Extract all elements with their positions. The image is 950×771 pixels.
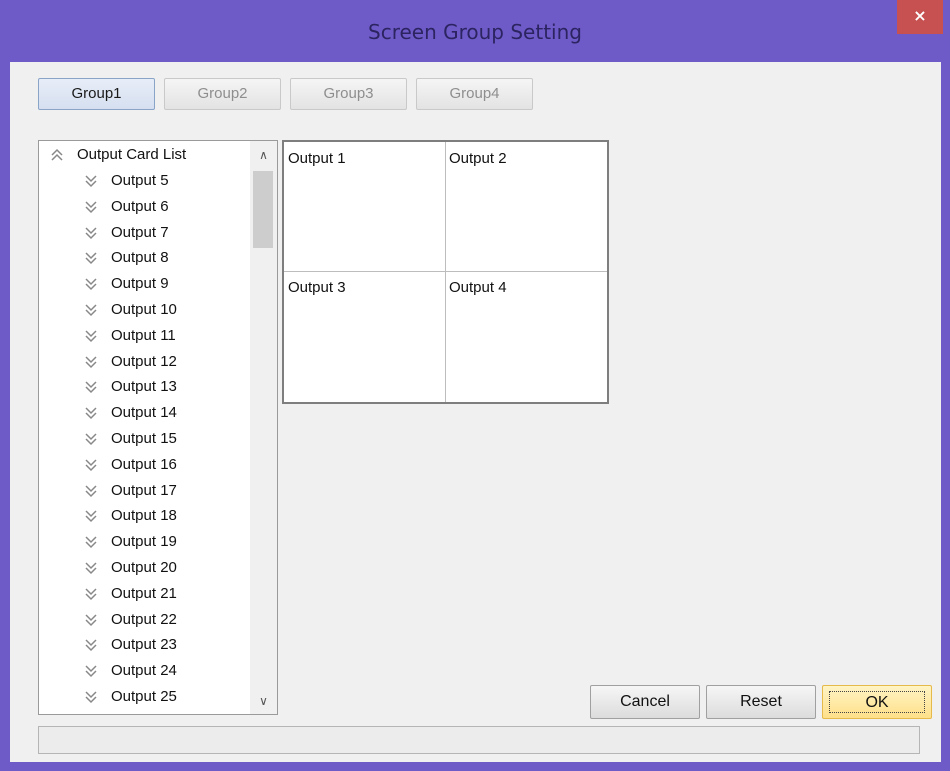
tree-item[interactable]: Output 18 bbox=[83, 504, 177, 528]
expand-chevrons-icon[interactable] bbox=[83, 612, 99, 628]
tree-item-label: Output 9 bbox=[111, 275, 169, 293]
tree-item[interactable]: Output 7 bbox=[83, 221, 169, 245]
grid-cell-output-1[interactable]: Output 1 bbox=[284, 142, 445, 271]
tree-item-label: Output 23 bbox=[111, 636, 177, 654]
tree-item[interactable]: Output 20 bbox=[83, 556, 177, 580]
expand-chevrons-icon[interactable] bbox=[83, 354, 99, 370]
close-icon: × bbox=[913, 6, 927, 25]
tab-group4[interactable]: Group4 bbox=[416, 78, 533, 110]
scroll-down-arrow[interactable]: ∨ bbox=[250, 689, 277, 713]
tree-item[interactable]: Output 17 bbox=[83, 479, 177, 503]
expand-chevrons-icon[interactable] bbox=[83, 302, 99, 318]
dialog-window: Screen Group Setting × Group1 Group2 Gro… bbox=[0, 0, 950, 771]
tree-item-label: Output 11 bbox=[111, 326, 176, 344]
title-bar[interactable]: Screen Group Setting × bbox=[0, 0, 950, 62]
grid-divider-vertical bbox=[445, 142, 446, 402]
tree-item[interactable]: Output 25 bbox=[83, 685, 177, 709]
scroll-thumb[interactable] bbox=[253, 171, 273, 248]
expand-chevrons-icon[interactable] bbox=[83, 405, 99, 421]
expand-chevrons-icon[interactable] bbox=[83, 379, 99, 395]
expand-chevrons-icon[interactable] bbox=[83, 250, 99, 266]
dialog-body: Group1 Group2 Group3 Group4 Output Card … bbox=[10, 62, 941, 762]
tree-item-label: Output 10 bbox=[111, 301, 177, 318]
grid-divider-horizontal bbox=[284, 271, 607, 272]
tree-item[interactable]: Output 10 bbox=[83, 298, 177, 322]
tab-group3[interactable]: Group3 bbox=[290, 78, 407, 110]
tree-item[interactable]: Output 12 bbox=[83, 350, 177, 374]
tab-group2[interactable]: Group2 bbox=[164, 78, 281, 110]
tree-item[interactable]: Output 21 bbox=[83, 582, 177, 606]
tree-item[interactable]: Output 22 bbox=[83, 608, 177, 632]
tree-item[interactable]: Output 8 bbox=[83, 246, 169, 270]
tree-item-label: Output 19 bbox=[111, 533, 177, 551]
ok-button-label: OK bbox=[829, 691, 925, 713]
tree-item[interactable]: Output 13 bbox=[83, 375, 177, 399]
expand-chevrons-icon[interactable] bbox=[83, 508, 99, 524]
tree-item-label: Output 15 bbox=[111, 430, 177, 447]
output-card-tree[interactable]: Output Card List Output 5 Output 6 Output … bbox=[38, 140, 278, 715]
expand-chevrons-icon[interactable] bbox=[83, 173, 99, 189]
tree-scrollbar[interactable]: ∧ ∨ bbox=[250, 141, 277, 714]
tree-item[interactable]: Output 16 bbox=[83, 453, 177, 477]
expand-chevrons-icon[interactable] bbox=[83, 637, 99, 653]
expand-chevrons-icon[interactable] bbox=[83, 534, 99, 550]
tree-item-label: Output 17 bbox=[111, 481, 177, 499]
close-button[interactable]: × bbox=[897, 0, 943, 34]
reset-button[interactable]: Reset bbox=[706, 685, 816, 719]
tree-item-label: Output 6 bbox=[111, 197, 169, 215]
tree-item-label: Output 20 bbox=[111, 559, 177, 576]
tree-item-label: Output 25 bbox=[111, 688, 177, 705]
collapse-chevrons-icon[interactable] bbox=[49, 147, 65, 163]
tree-item-label: Output 16 bbox=[111, 455, 177, 473]
tree-item-label: Output 24 bbox=[111, 662, 177, 680]
tree-item-label: Output 12 bbox=[111, 352, 177, 370]
expand-chevrons-icon[interactable] bbox=[83, 457, 99, 473]
expand-chevrons-icon[interactable] bbox=[83, 586, 99, 602]
tree-root-label: Output Card List bbox=[77, 146, 187, 163]
tree-item[interactable]: Output 5 bbox=[83, 169, 169, 193]
expand-chevrons-icon[interactable] bbox=[83, 199, 99, 215]
tree-item[interactable]: Output 19 bbox=[83, 530, 177, 554]
status-bar bbox=[38, 726, 920, 754]
expand-chevrons-icon[interactable] bbox=[83, 276, 99, 292]
grid-cell-output-4[interactable]: Output 4 bbox=[445, 271, 606, 400]
tree-item-label: Output 13 bbox=[111, 378, 177, 396]
expand-chevrons-icon[interactable] bbox=[83, 431, 99, 447]
expand-chevrons-icon[interactable] bbox=[83, 225, 99, 241]
ok-button[interactable]: OK bbox=[822, 685, 932, 719]
tree-item[interactable]: Output 6 bbox=[83, 195, 169, 219]
cancel-button[interactable]: Cancel bbox=[590, 685, 700, 719]
tree-item-label: Output 14 bbox=[111, 404, 177, 422]
tab-group1[interactable]: Group1 bbox=[38, 78, 155, 110]
window-title: Screen Group Setting bbox=[368, 20, 582, 44]
scroll-up-arrow[interactable]: ∧ bbox=[250, 143, 277, 167]
expand-chevrons-icon[interactable] bbox=[83, 689, 99, 705]
tree-item-label: Output 21 bbox=[111, 584, 177, 602]
expand-chevrons-icon[interactable] bbox=[83, 663, 99, 679]
tree-item[interactable]: Output 9 bbox=[83, 272, 169, 296]
tree-item[interactable]: Output 23 bbox=[83, 633, 177, 657]
tree-item[interactable]: Output 15 bbox=[83, 427, 177, 451]
tree-item[interactable]: Output 24 bbox=[83, 659, 177, 683]
expand-chevrons-icon[interactable] bbox=[83, 483, 99, 499]
output-layout-grid[interactable]: Output 1 Output 2 Output 3 Output 4 bbox=[282, 140, 609, 404]
tree-item[interactable]: Output 14 bbox=[83, 401, 177, 425]
tree-item-label: Output 7 bbox=[111, 223, 169, 241]
tree-item-label: Output 8 bbox=[111, 249, 169, 267]
grid-cell-output-2[interactable]: Output 2 bbox=[445, 142, 606, 271]
grid-cell-output-3[interactable]: Output 3 bbox=[284, 271, 445, 400]
tree-item[interactable]: Output 11 bbox=[83, 324, 176, 348]
expand-chevrons-icon[interactable] bbox=[83, 328, 99, 344]
tree-item-label: Output 22 bbox=[111, 610, 177, 628]
tree-item-label: Output 18 bbox=[111, 507, 177, 525]
tree-root[interactable]: Output Card List bbox=[49, 143, 186, 167]
tree-item-label: Output 5 bbox=[111, 172, 169, 189]
expand-chevrons-icon[interactable] bbox=[83, 560, 99, 576]
